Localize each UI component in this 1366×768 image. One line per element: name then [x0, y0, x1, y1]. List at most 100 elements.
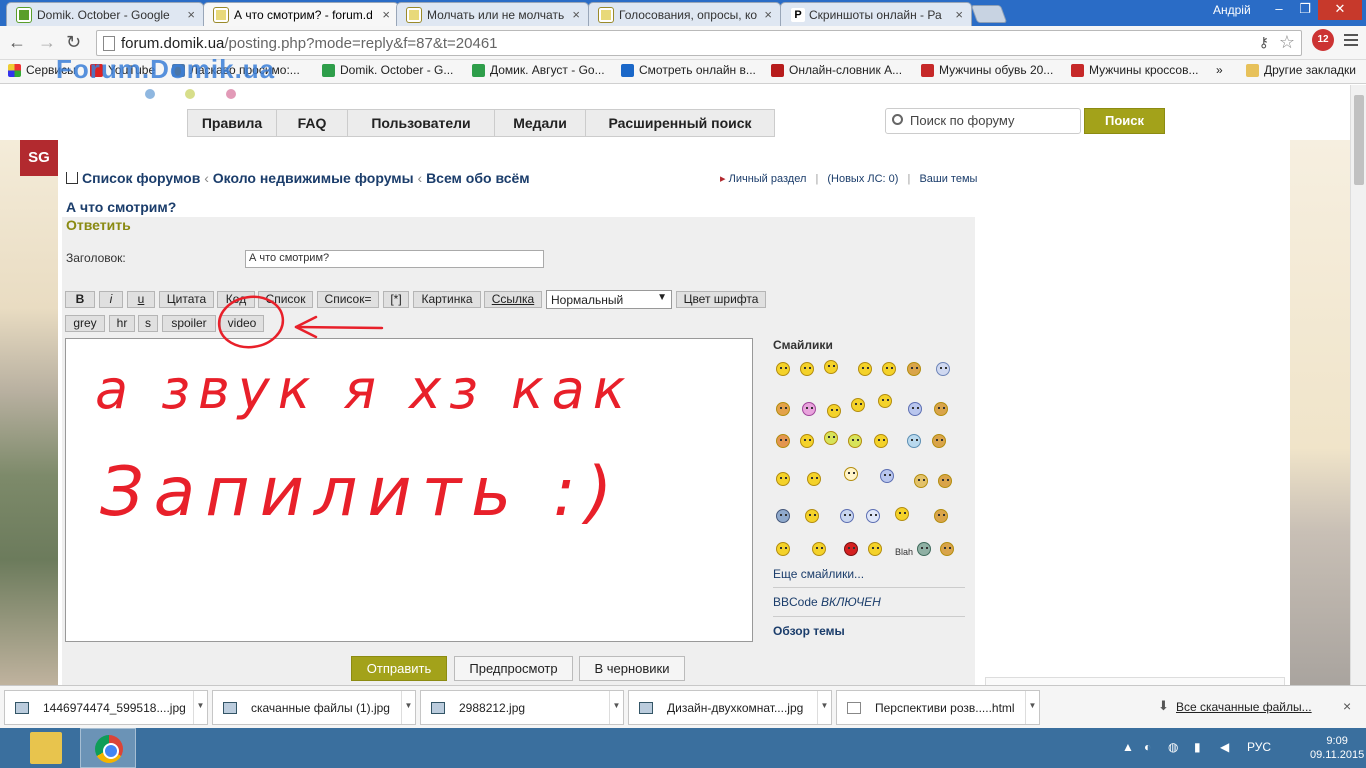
- smiley-icon[interactable]: [800, 434, 814, 448]
- language-indicator[interactable]: РУС: [1247, 740, 1271, 754]
- bookmark-watch-online[interactable]: Смотреть онлайн в...: [621, 63, 756, 77]
- close-icon[interactable]: ×: [955, 7, 963, 22]
- page-scrollbar[interactable]: [1350, 85, 1366, 685]
- home-icon[interactable]: [66, 172, 78, 184]
- bookmark-sneakers[interactable]: Мужчины кроссов...: [1071, 63, 1198, 77]
- download-item[interactable]: Дизайн-двухкомнат....jpg ▼: [628, 690, 832, 725]
- link-button[interactable]: Ссылка: [484, 291, 542, 308]
- tab-screenshots[interactable]: P Скриншоты онлайн - Ра ×: [780, 2, 972, 26]
- download-item[interactable]: 1446974474_599518....jpg ▼: [4, 690, 208, 725]
- topic-review-link[interactable]: Обзор темы: [773, 624, 845, 638]
- smiley-icon[interactable]: [824, 431, 838, 445]
- new-pm-link[interactable]: (Новых ЛС: 0): [827, 173, 898, 185]
- chevron-down-icon[interactable]: ▼: [401, 691, 415, 724]
- smiley-icon[interactable]: [776, 362, 790, 376]
- smiley-icon[interactable]: [805, 509, 819, 523]
- bookmark-domik-august[interactable]: Домик. Август - Go...: [472, 63, 605, 77]
- bookmark-other[interactable]: Другие закладки: [1246, 63, 1356, 77]
- smiley-icon[interactable]: [917, 542, 931, 556]
- crumb-near-realty[interactable]: Около недвижимые форумы: [213, 170, 414, 186]
- smiley-icon[interactable]: [895, 507, 909, 521]
- crumb-forums[interactable]: Список форумов: [82, 170, 200, 186]
- image-button[interactable]: Картинка: [413, 291, 481, 308]
- tab-forum-active[interactable]: А что смотрим? - forum.d ×: [203, 2, 399, 26]
- smiley-icon[interactable]: [840, 509, 854, 523]
- nav-medals[interactable]: Медали: [494, 109, 586, 137]
- bookmark-shoes[interactable]: Мужчины обувь 20...: [921, 63, 1053, 77]
- smiley-icon[interactable]: [908, 402, 922, 416]
- smiley-icon[interactable]: [812, 542, 826, 556]
- smiley-icon[interactable]: [914, 474, 928, 488]
- preview-button[interactable]: Предпросмотр: [454, 656, 573, 681]
- volume-icon[interactable]: ◀: [1220, 740, 1229, 754]
- extension-badge-icon[interactable]: 12: [1312, 29, 1334, 51]
- tray-icon[interactable]: ◐: [1144, 740, 1151, 754]
- file-explorer-icon[interactable]: [30, 732, 62, 764]
- chrome-taskbar-button[interactable]: [80, 728, 136, 768]
- minimize-icon[interactable]: ‒: [1266, 0, 1292, 20]
- smiley-icon[interactable]: [848, 434, 862, 448]
- save-draft-button[interactable]: В черновики: [579, 656, 685, 681]
- tab-domik-october[interactable]: Domik. October - Google ×: [6, 2, 204, 26]
- menu-icon[interactable]: [1344, 34, 1358, 46]
- restore-icon[interactable]: ❐: [1292, 0, 1318, 20]
- smiley-angry-icon[interactable]: [844, 542, 858, 556]
- smiley-icon[interactable]: [878, 394, 892, 408]
- tab-golosovaniya[interactable]: Голосования, опросы, ко ×: [588, 2, 781, 26]
- thumbs-up-icon[interactable]: [934, 402, 948, 416]
- smiley-icon[interactable]: [868, 542, 882, 556]
- smiley-icon[interactable]: [807, 472, 821, 486]
- close-icon[interactable]: ×: [1343, 698, 1351, 714]
- italic-button[interactable]: i: [99, 291, 123, 308]
- bookmark-domik-october[interactable]: Domik. October - G...: [322, 63, 453, 77]
- smiley-icon[interactable]: [858, 362, 872, 376]
- subject-input[interactable]: А что смотрим?: [245, 250, 544, 268]
- nav-faq[interactable]: FAQ: [276, 109, 348, 137]
- back-icon[interactable]: ←: [8, 32, 26, 53]
- clock[interactable]: 9:09 09.11.2015: [1310, 734, 1364, 762]
- submit-button[interactable]: Отправить: [351, 656, 447, 681]
- scrollbar-thumb[interactable]: [1354, 95, 1364, 185]
- list-item-button[interactable]: [*]: [383, 291, 409, 308]
- font-color-button[interactable]: Цвет шрифта: [676, 291, 766, 308]
- smiley-icon[interactable]: [938, 474, 952, 488]
- smiley-icon[interactable]: [776, 472, 790, 486]
- download-item[interactable]: 2988212.jpg ▼: [420, 690, 624, 725]
- reload-icon[interactable]: ↻: [66, 32, 81, 53]
- nav-advanced-search[interactable]: Расширенный поиск: [585, 109, 775, 137]
- smiley-cool-icon[interactable]: [936, 362, 950, 376]
- sg-logo[interactable]: SG: [20, 140, 58, 176]
- close-icon[interactable]: ×: [382, 7, 390, 22]
- key-icon[interactable]: ⚷: [1259, 34, 1269, 51]
- smiley-icon[interactable]: [800, 362, 814, 376]
- ordered-list-button[interactable]: Список=: [317, 291, 379, 308]
- video-button[interactable]: video: [220, 315, 264, 332]
- message-textarea[interactable]: [65, 338, 753, 642]
- smiley-icon[interactable]: [932, 434, 946, 448]
- smiley-icon[interactable]: [907, 434, 921, 448]
- smiley-icon[interactable]: [907, 362, 921, 376]
- hr-button[interactable]: hr: [109, 315, 135, 332]
- smiley-icon[interactable]: [882, 362, 896, 376]
- nav-users[interactable]: Пользователи: [347, 109, 495, 137]
- bookmark-star-icon[interactable]: ☆: [1279, 32, 1295, 53]
- bookmarks-more[interactable]: »: [1216, 63, 1223, 77]
- left-ad-banner[interactable]: [0, 140, 58, 685]
- smiley-icon[interactable]: [824, 360, 838, 374]
- underline-button[interactable]: u: [127, 291, 155, 308]
- code-button[interactable]: Код: [217, 291, 255, 308]
- tray-icon[interactable]: ◍: [1168, 740, 1178, 754]
- crumb-about-all[interactable]: Всем обо всём: [426, 170, 530, 186]
- download-item[interactable]: Перспективи розв.....html ▼: [836, 690, 1040, 725]
- chevron-down-icon[interactable]: ▼: [609, 691, 623, 724]
- smiley-icon[interactable]: [802, 402, 816, 416]
- profile-name[interactable]: Андрій: [1213, 3, 1251, 17]
- smiley-icon[interactable]: [776, 434, 790, 448]
- close-icon[interactable]: ×: [764, 7, 772, 22]
- dot-blue[interactable]: [145, 89, 155, 99]
- smiley-icon[interactable]: [851, 398, 865, 412]
- chevron-down-icon[interactable]: ▼: [817, 691, 831, 724]
- smiley-icon[interactable]: [844, 467, 858, 481]
- more-smilies-link[interactable]: Еще смайлики...: [773, 567, 864, 581]
- smiley-icon[interactable]: [874, 434, 888, 448]
